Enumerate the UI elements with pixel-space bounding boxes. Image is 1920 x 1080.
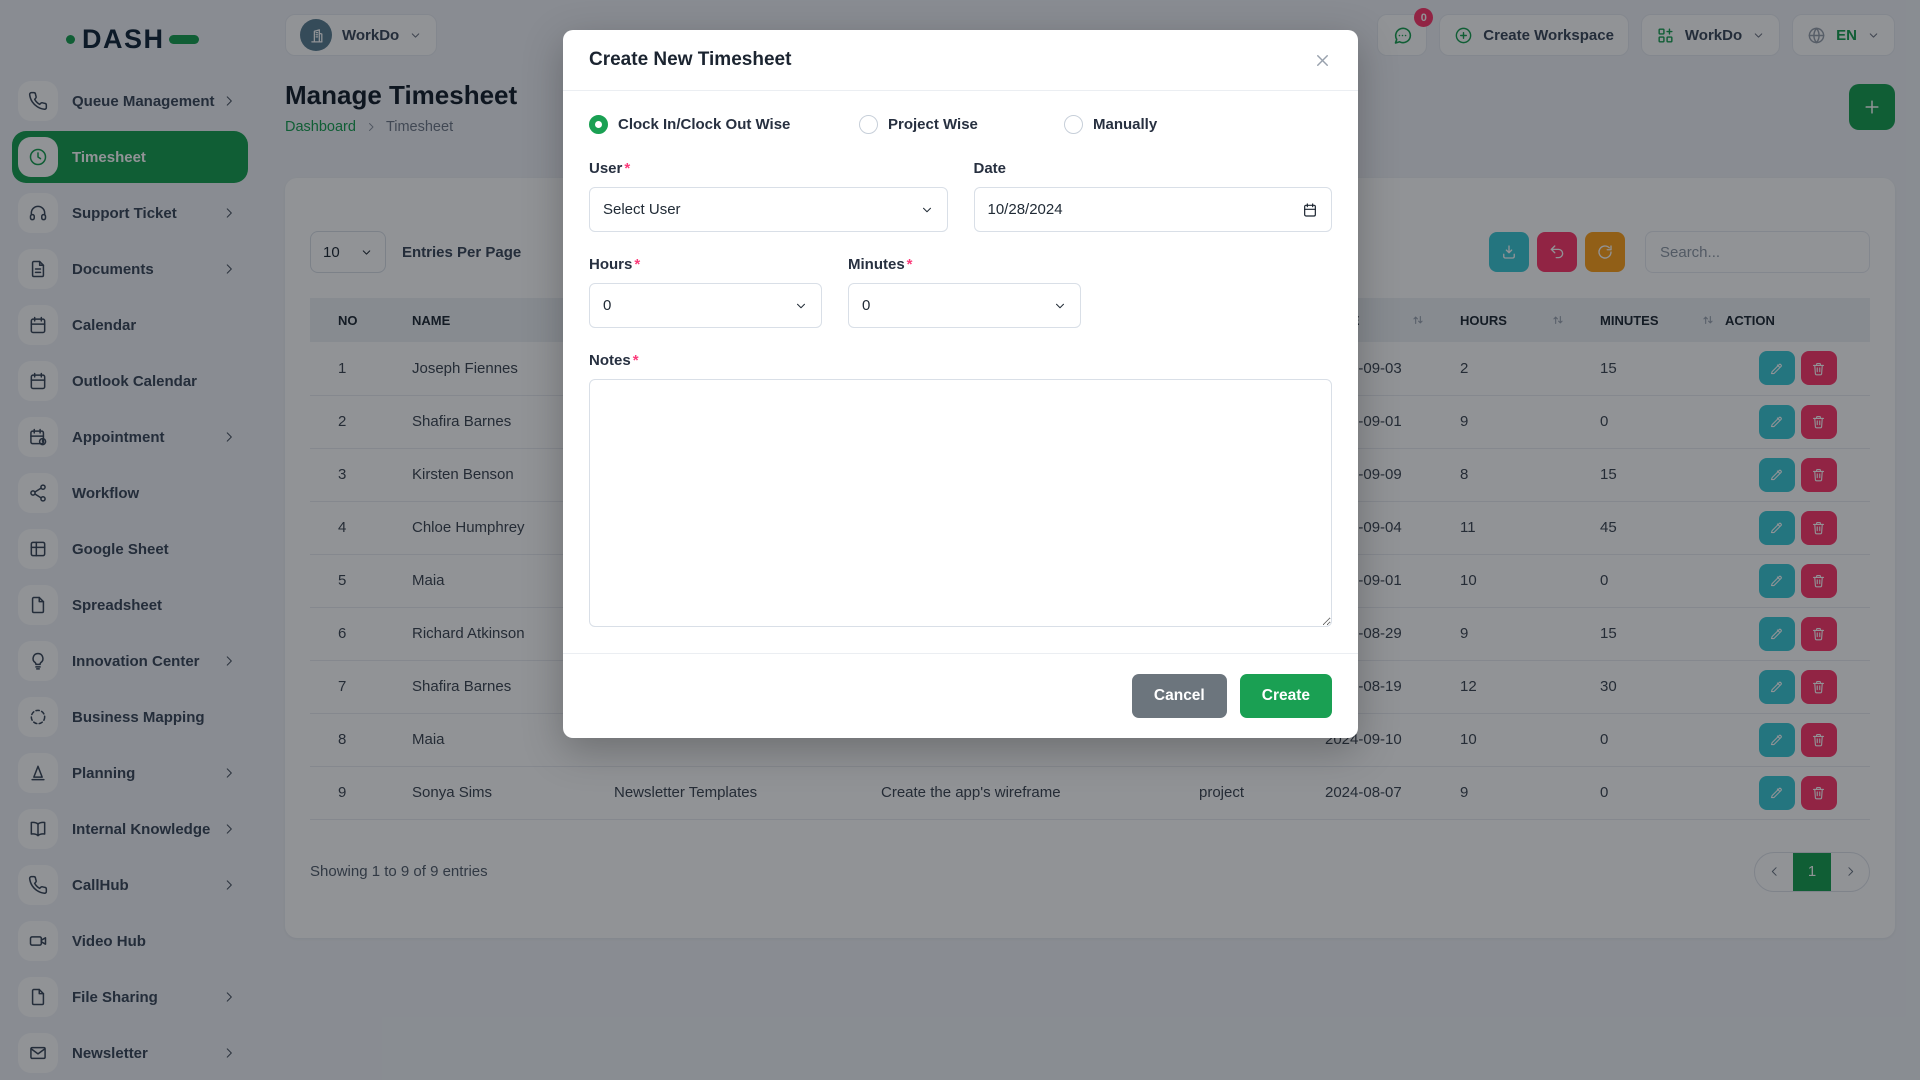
user-select[interactable]: Select User [589, 187, 948, 232]
minutes-select[interactable]: 0 [848, 283, 1081, 328]
notes-label: Notes* [589, 352, 1332, 369]
minutes-label: Minutes* [848, 256, 1081, 273]
notes-textarea[interactable] [589, 379, 1332, 627]
chevron-down-icon [794, 299, 808, 313]
date-input[interactable]: 10/28/2024 [974, 187, 1333, 232]
date-field-group: Date 10/28/2024 [974, 160, 1333, 232]
chevron-down-icon [920, 203, 934, 217]
hours-field-group: Hours* 0 [589, 256, 822, 328]
radio-unchecked-icon [1064, 115, 1083, 134]
close-button[interactable] [1313, 51, 1332, 70]
hours-minutes-row: Hours* 0 Minutes* 0 [589, 256, 1332, 328]
required-mark: * [624, 160, 630, 177]
user-field-group: User* Select User [589, 160, 948, 232]
create-button[interactable]: Create [1240, 674, 1332, 718]
user-label: User* [589, 160, 948, 177]
notes-field-group: Notes* [589, 352, 1332, 627]
modal-header: Create New Timesheet [563, 30, 1358, 91]
modal-body: Clock In/Clock Out Wise Project Wise Man… [563, 91, 1358, 653]
radio-clock-label: Clock In/Clock Out Wise [618, 116, 790, 133]
radio-checked-icon [589, 115, 608, 134]
hours-select-value: 0 [603, 297, 611, 314]
modal-footer: Cancel Create [563, 653, 1358, 738]
create-timesheet-modal: Create New Timesheet Clock In/Clock Out … [563, 30, 1358, 738]
required-mark: * [633, 352, 639, 369]
required-mark: * [907, 256, 913, 273]
radio-clock-in-out-wise[interactable]: Clock In/Clock Out Wise [589, 115, 859, 134]
user-date-row: User* Select User Date 10/28/2024 [589, 160, 1332, 232]
calendar-icon [1302, 202, 1318, 218]
date-input-value: 10/28/2024 [988, 201, 1063, 218]
hours-select[interactable]: 0 [589, 283, 822, 328]
modal-title: Create New Timesheet [589, 49, 791, 71]
date-label: Date [974, 160, 1333, 177]
hours-label: Hours* [589, 256, 822, 273]
minutes-select-value: 0 [862, 297, 870, 314]
radio-manually[interactable]: Manually [1064, 115, 1157, 134]
radio-project-wise[interactable]: Project Wise [859, 115, 1064, 134]
radio-unchecked-icon [859, 115, 878, 134]
required-mark: * [634, 256, 640, 273]
user-select-value: Select User [603, 201, 681, 218]
radio-project-label: Project Wise [888, 116, 978, 133]
radio-manually-label: Manually [1093, 116, 1157, 133]
cancel-button[interactable]: Cancel [1132, 674, 1227, 718]
chevron-down-icon [1053, 299, 1067, 313]
close-icon [1313, 51, 1332, 70]
timesheet-type-radios: Clock In/Clock Out Wise Project Wise Man… [589, 115, 1332, 134]
minutes-field-group: Minutes* 0 [848, 256, 1081, 328]
